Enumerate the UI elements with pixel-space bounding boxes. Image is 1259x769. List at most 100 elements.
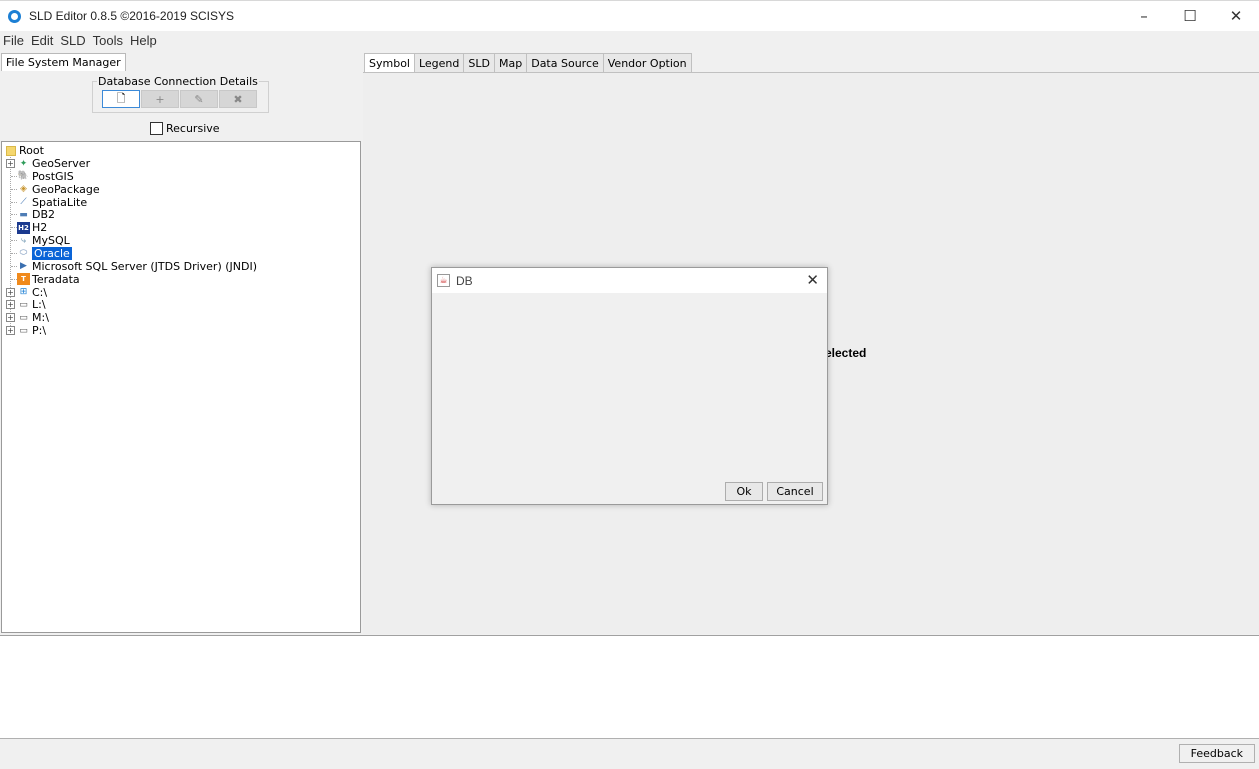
dialog-close-button[interactable]: ✕ [806,271,819,289]
tree-connector [11,175,17,177]
menu-tools[interactable]: Tools [90,33,127,48]
menu-bar: File Edit SLD Tools Help [0,31,1259,50]
recursive-option[interactable]: Recursive [150,122,220,135]
tab-map[interactable]: Map [494,53,528,72]
tab-vendor-option[interactable]: Vendor Option [602,53,692,72]
menu-sld[interactable]: SLD [57,33,89,48]
menu-edit[interactable]: Edit [28,33,57,48]
menu-help[interactable]: Help [127,33,161,48]
tree-connector [11,201,17,203]
edit-icon: ✎ [194,92,204,106]
teradata-icon: T [17,273,30,286]
db-dialog: ☕ DB ✕ Ok Cancel [431,267,828,505]
dialog-title-bar: ☕ DB ✕ [432,268,827,293]
tab-data-source[interactable]: Data Source [526,53,604,72]
new-file-icon: 🗋 [116,91,126,105]
tree-connector [11,265,17,267]
tree-node-label: DB2 [32,208,56,222]
spatialite-icon: ⟋ [20,197,27,208]
tree-node-label: Microsoft SQL Server (JTDS Driver) (JNDI… [32,259,258,273]
status-bar: Feedback [0,740,1259,769]
drive-p-icon: ▭ [19,325,28,336]
tree-node-label: GeoServer [32,157,91,170]
tree-node-label: H2 [32,221,48,235]
menu-file[interactable]: File [0,33,28,48]
tree-node-drive-p[interactable]: + ▭ P:\ [4,324,46,337]
tree-node-geoserver[interactable]: + ✦ GeoServer [4,157,90,170]
tree-node-sqlserver[interactable]: ▶ Microsoft SQL Server (JTDS Driver) (JND… [4,260,257,273]
database-connection-label: Database Connection Details [97,75,259,88]
edit-connection-button[interactable]: ✎ [180,90,218,108]
geopackage-icon: ◈ [20,184,27,195]
tree-connector [11,227,17,229]
tree-node-teradata[interactable]: T Teradata [4,273,80,286]
mysql-icon: ⤷ [20,235,27,246]
tree-node-h2[interactable]: H2 H2 [4,221,47,234]
delete-connection-button[interactable]: ✖ [219,90,257,108]
expand-icon[interactable]: + [6,313,15,323]
delete-icon: ✖ [233,92,243,106]
postgis-icon: 🐘 [17,171,30,182]
close-button[interactable]: ✕ [1213,1,1259,31]
feedback-button[interactable]: Feedback [1178,744,1255,763]
sqlserver-icon: ▶ [20,261,27,272]
tree-connector [11,188,17,190]
h2-icon: H2 [17,221,30,234]
tree-node-label: Oracle [32,246,72,260]
geoserver-icon: ✦ [19,158,28,169]
add-icon: + [155,92,165,106]
window-controls: – ☐ ✕ [1121,1,1259,31]
tree-root[interactable]: Root [4,144,44,157]
tree-connector [11,252,17,254]
tree-node-drive-l[interactable]: + ▭ L:\ [4,298,46,311]
tree-node-oracle[interactable]: ⬭ Oracle [4,246,72,260]
tree-connector [11,214,17,216]
tree-node-db2[interactable]: ▬ DB2 [4,208,55,221]
expand-icon[interactable]: + [6,300,15,310]
output-panel [0,635,1259,739]
tree-connector [11,278,17,280]
tree-node-spatialite[interactable]: ⟋ SpatiaLite [4,196,87,209]
database-connection-group: Database Connection Details 🗋 + ✎ ✖ [92,75,269,113]
expand-icon[interactable]: + [6,287,15,297]
tree-node-drive-m[interactable]: + ▭ M:\ [4,311,49,324]
expand-icon[interactable]: + [6,159,15,168]
no-selection-text: elected [825,346,867,360]
recursive-label: Recursive [166,122,220,135]
tree-node-label: L:\ [32,298,46,312]
tree-node-mysql[interactable]: ⤷ MySQL [4,234,70,247]
tab-legend[interactable]: Legend [413,53,465,72]
oracle-icon: ⬭ [19,248,28,259]
tab-file-system-manager[interactable]: File System Manager [1,53,126,71]
maximize-button[interactable]: ☐ [1167,1,1213,31]
tree-node-label: M:\ [32,311,49,325]
title-bar: SLD Editor 0.8.5 ©2016-2019 SCISYS – ☐ ✕ [0,0,1259,31]
tree-node-postgis[interactable]: 🐘 PostGIS [4,170,74,183]
drive-l-icon: ▭ [19,299,28,310]
tree-root-label: Root [19,144,44,157]
add-connection-button[interactable]: + [141,90,179,108]
expand-icon[interactable]: + [6,326,15,336]
tree-node-geopackage[interactable]: ◈ GeoPackage [4,183,100,196]
java-icon: ☕ [437,274,450,287]
tree-node-label: PostGIS [32,169,74,183]
tree-node-drive-c[interactable]: + ⊞ C:\ [4,286,47,299]
dialog-title: DB [456,273,473,288]
tree-node-label: GeoPackage [32,182,100,196]
cancel-button[interactable]: Cancel [767,482,823,501]
tab-sld[interactable]: SLD [463,53,495,72]
new-connection-button[interactable]: 🗋 [102,90,140,108]
drive-c-icon: ⊞ [19,287,28,297]
tree-node-label: MySQL [32,234,70,248]
drive-m-icon: ▭ [19,312,28,323]
tree-node-label: C:\ [32,285,48,299]
tree-node-label: P:\ [32,324,47,338]
ok-button[interactable]: Ok [725,482,763,501]
minimize-button[interactable]: – [1121,1,1167,31]
file-tree[interactable]: Root + ✦ GeoServer 🐘 PostGIS ◈ GeoPackage ⟋ Spat… [1,141,361,633]
tree-node-label: SpatiaLite [32,195,88,209]
folder-icon [4,145,17,157]
file-system-panel: File System Manager Database Connection … [0,52,362,634]
recursive-checkbox[interactable] [150,122,163,135]
tab-symbol[interactable]: Symbol [364,53,415,73]
